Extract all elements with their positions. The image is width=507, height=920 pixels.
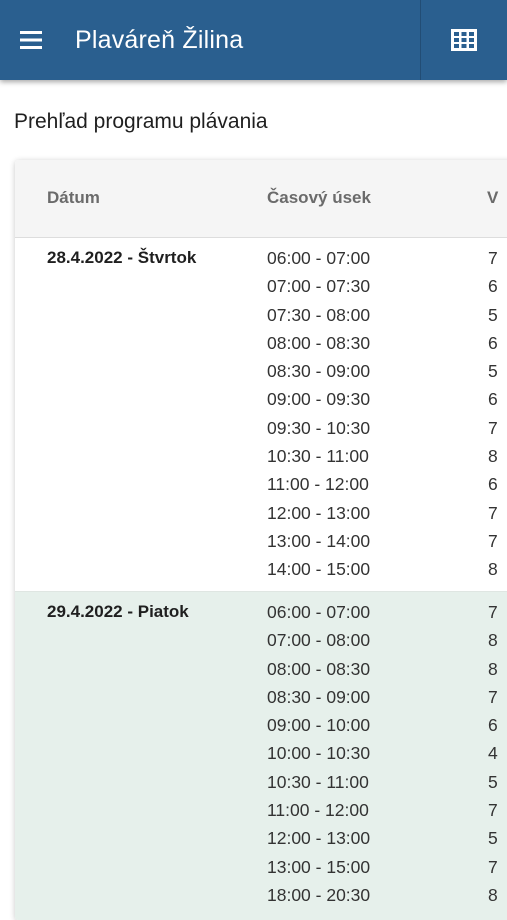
table-row: 12:00 - 13:00 7 bbox=[267, 501, 507, 529]
slot-time: 08:30 - 09:00 bbox=[267, 361, 371, 382]
slot-value: 7 bbox=[488, 856, 498, 877]
slot-time: 09:30 - 10:30 bbox=[267, 417, 371, 438]
slot-value: 6 bbox=[488, 715, 498, 736]
table-row: 18:00 - 20:30 8 bbox=[267, 883, 507, 911]
table-row: 10:30 - 11:00 8 bbox=[267, 444, 507, 472]
table-row: 10:00 - 10:30 4 bbox=[267, 741, 507, 769]
slot-time: 11:00 - 12:00 bbox=[267, 474, 369, 495]
slot-time: 08:00 - 08:30 bbox=[267, 332, 371, 353]
slot-value: 6 bbox=[488, 389, 498, 410]
page-title: Prehľad programu plávania bbox=[14, 110, 268, 133]
slot-value: 8 bbox=[488, 559, 498, 580]
grid-icon bbox=[451, 29, 477, 51]
slot-value: 5 bbox=[488, 304, 498, 325]
schedule-table: Dátum Časový úsek V 28.4.2022 - Štvrtok … bbox=[15, 160, 507, 920]
slot-value: 5 bbox=[488, 828, 498, 849]
slot-value: 8 bbox=[488, 446, 498, 467]
slot-value: 6 bbox=[488, 276, 498, 297]
menu-icon bbox=[20, 31, 42, 49]
slot-value: 8 bbox=[488, 658, 498, 679]
table-row: 12:00 - 13:00 5 bbox=[267, 826, 507, 854]
table-row: 11:00 - 12:00 7 bbox=[267, 798, 507, 826]
slot-time: 18:00 - 20:30 bbox=[267, 884, 371, 905]
slot-time: 13:00 - 14:00 bbox=[267, 530, 371, 551]
table-row: 07:00 - 07:30 6 bbox=[267, 274, 507, 302]
slot-time: 07:00 - 07:30 bbox=[267, 276, 371, 297]
table-row: 14:00 - 15:00 8 bbox=[267, 557, 507, 585]
slot-value: 7 bbox=[488, 248, 498, 268]
table-header: Dátum Časový úsek V bbox=[15, 160, 507, 238]
table-row: 09:00 - 09:30 6 bbox=[267, 387, 507, 415]
slot-time: 14:00 - 15:00 bbox=[267, 559, 371, 580]
slot-value: 6 bbox=[488, 332, 498, 353]
slot-value: 7 bbox=[488, 502, 498, 523]
slot-time: 09:00 - 09:30 bbox=[267, 389, 371, 410]
slot-time: 10:00 - 10:30 bbox=[267, 743, 371, 764]
slot-value: 7 bbox=[488, 417, 498, 438]
app-bar: Plaváreň Žilina bbox=[0, 0, 507, 80]
table-row: 10:30 - 11:00 5 bbox=[267, 770, 507, 798]
slot-list: 06:00 - 07:00 7 07:00 - 08:00 8 08:00 - 08… bbox=[267, 600, 507, 911]
table-row: 07:00 - 08:00 8 bbox=[267, 628, 507, 656]
slot-value: 7 bbox=[488, 686, 498, 707]
slot-value: 6 bbox=[488, 474, 498, 495]
slot-time: 12:00 - 13:00 bbox=[267, 828, 371, 849]
slot-list: 06:00 - 07:00 7 07:00 - 07:30 6 07:30 - 08… bbox=[267, 246, 507, 586]
day-date: 28.4.2022 - Štvrtok bbox=[47, 248, 197, 267]
slot-time: 08:00 - 08:30 bbox=[267, 658, 371, 679]
table-row: 06:00 - 07:00 7 bbox=[267, 246, 507, 274]
table-row: 13:00 - 14:00 7 bbox=[267, 529, 507, 557]
slot-time: 07:30 - 08:00 bbox=[267, 304, 371, 325]
grid-view-button[interactable] bbox=[421, 0, 507, 80]
table-row: 09:00 - 10:00 6 bbox=[267, 713, 507, 741]
slot-time: 06:00 - 07:00 bbox=[267, 602, 371, 622]
day-group: 28.4.2022 - Štvrtok 06:00 - 07:00 7 07:00… bbox=[15, 238, 507, 591]
table-row: 11:00 - 12:00 6 bbox=[267, 472, 507, 500]
slot-value: 4 bbox=[488, 743, 498, 764]
slot-time: 11:00 - 12:00 bbox=[267, 800, 369, 821]
table-row: 07:30 - 08:00 5 bbox=[267, 303, 507, 331]
table-row: 13:00 - 15:00 7 bbox=[267, 855, 507, 883]
table-row: 09:30 - 10:30 7 bbox=[267, 416, 507, 444]
table-row: 08:00 - 08:30 8 bbox=[267, 657, 507, 685]
slot-time: 07:00 - 08:00 bbox=[267, 630, 371, 651]
slot-value: 7 bbox=[488, 800, 498, 821]
table-row: 08:30 - 09:00 7 bbox=[267, 685, 507, 713]
day-group: 29.4.2022 - Piatok 06:00 - 07:00 7 07:00 … bbox=[15, 591, 507, 920]
slot-value: 7 bbox=[488, 602, 498, 622]
day-date: 29.4.2022 - Piatok bbox=[47, 602, 189, 621]
slot-time: 06:00 - 07:00 bbox=[267, 248, 371, 268]
slot-value: 7 bbox=[488, 530, 498, 551]
table-row: 08:30 - 09:00 5 bbox=[267, 359, 507, 387]
slot-value: 5 bbox=[488, 771, 498, 792]
menu-button[interactable] bbox=[20, 22, 60, 58]
table-row: 06:00 - 07:00 7 bbox=[267, 600, 507, 628]
slot-value: 8 bbox=[488, 630, 498, 651]
slot-time: 08:30 - 09:00 bbox=[267, 686, 371, 707]
app-title: Plaváreň Žilina bbox=[75, 26, 244, 54]
slot-time: 13:00 - 15:00 bbox=[267, 856, 371, 877]
slot-time: 10:30 - 11:00 bbox=[267, 446, 369, 467]
slot-value: 5 bbox=[488, 361, 498, 382]
slot-time: 12:00 - 13:00 bbox=[267, 502, 371, 523]
column-header-date[interactable]: Dátum bbox=[47, 186, 100, 210]
slot-time: 09:00 - 10:00 bbox=[267, 715, 371, 736]
column-header-time[interactable]: Časový úsek bbox=[267, 186, 371, 210]
slot-value: 8 bbox=[488, 884, 498, 905]
column-header-lanes[interactable]: V bbox=[487, 186, 498, 210]
table-row: 08:00 - 08:30 6 bbox=[267, 331, 507, 359]
slot-time: 10:30 - 11:00 bbox=[267, 771, 369, 792]
